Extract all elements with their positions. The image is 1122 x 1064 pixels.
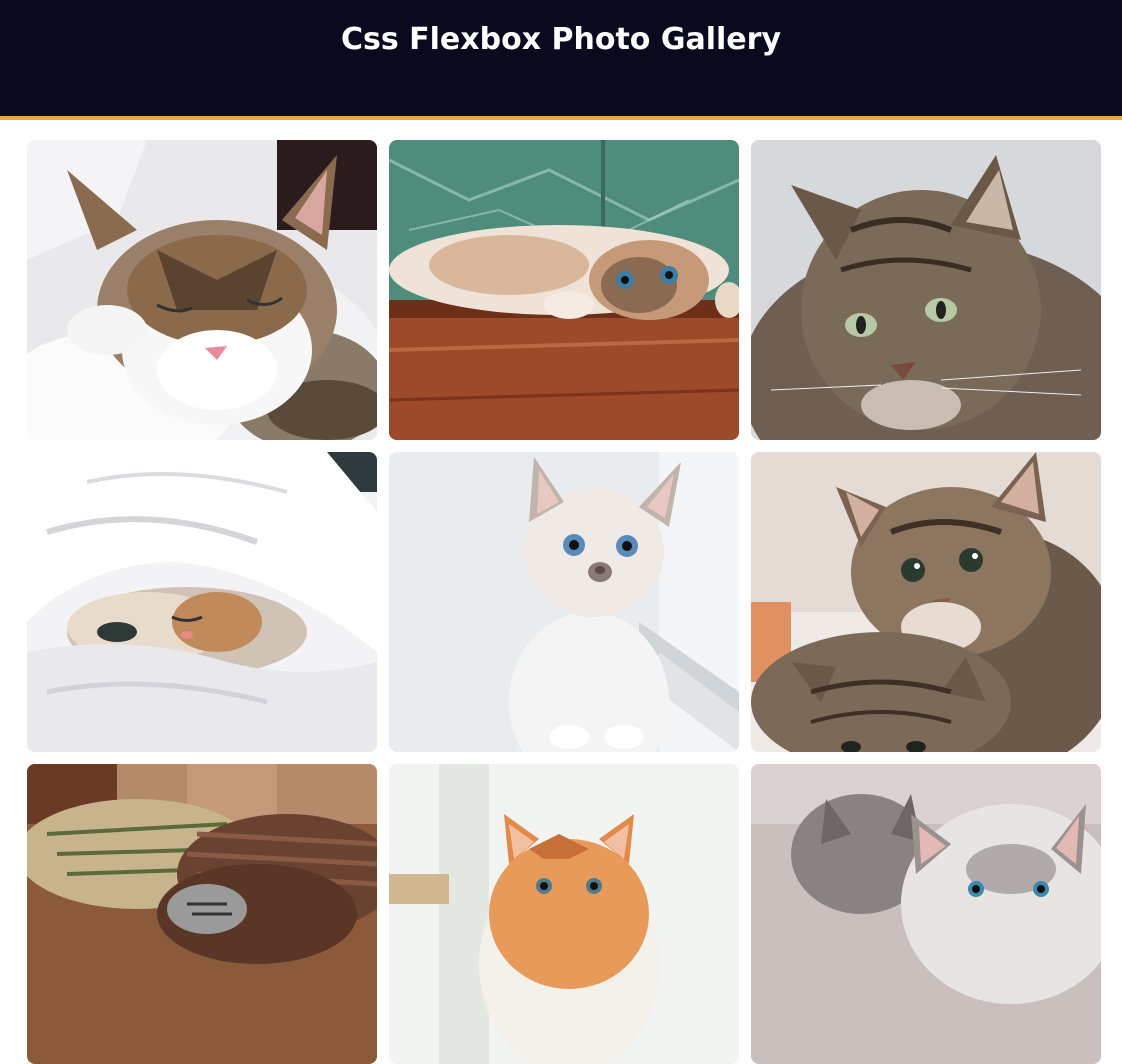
gallery-photo-grey-kittens[interactable] — [751, 764, 1101, 1064]
gallery-photo-duvet-cat[interactable] — [27, 452, 377, 752]
sleeping-cat-image — [27, 140, 377, 440]
duvet-cat-image — [27, 452, 377, 752]
gallery-photo-sleeping-cat[interactable] — [27, 140, 377, 440]
page-title: Css Flexbox Photo Gallery — [340, 22, 781, 57]
grey-kittens-image — [751, 764, 1101, 1064]
blanket-kitten-image — [27, 764, 377, 1064]
tabby-portrait-image — [751, 140, 1101, 440]
gallery-photo-tabby-portrait[interactable] — [751, 140, 1101, 440]
floor-kitten-image — [389, 140, 739, 440]
siamese-kitten-image — [389, 452, 739, 752]
gallery-photo-two-kittens[interactable] — [751, 452, 1101, 752]
two-kittens-image — [751, 452, 1101, 752]
gallery-photo-orange-kitten[interactable] — [389, 764, 739, 1064]
page-header: Css Flexbox Photo Gallery — [0, 0, 1122, 120]
photo-gallery — [27, 140, 1101, 1064]
orange-kitten-image — [389, 764, 739, 1064]
gallery-photo-blanket-kitten[interactable] — [27, 764, 377, 1064]
gallery-photo-siamese-kitten[interactable] — [389, 452, 739, 752]
gallery-photo-floor-kitten[interactable] — [389, 140, 739, 440]
